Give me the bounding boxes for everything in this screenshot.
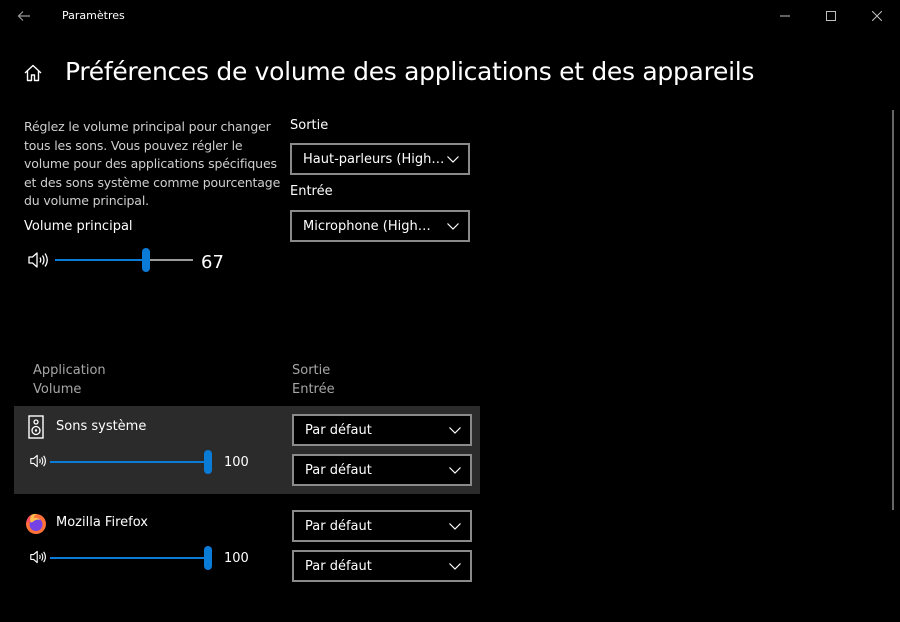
app-row-firefox[interactable]: Mozilla Firefox 100 Par défaut Par défau…: [14, 502, 480, 590]
back-arrow-icon: [17, 11, 30, 21]
chevron-down-icon: [449, 427, 461, 434]
app-column-header: Application Volume: [33, 361, 106, 399]
app-name: Mozilla Firefox: [56, 515, 148, 530]
title-bar: Paramètres: [0, 0, 900, 32]
chevron-down-icon: [449, 523, 461, 530]
app-input-value: Par défaut: [305, 462, 372, 478]
slider-thumb[interactable]: [142, 248, 151, 272]
speaker-icon[interactable]: [29, 453, 47, 469]
chevron-down-icon: [447, 223, 459, 230]
app-output-value: Par défaut: [305, 422, 372, 438]
app-column-title: Application: [33, 363, 106, 378]
slider-fill: [50, 557, 208, 559]
app-title: Paramètres: [62, 9, 125, 22]
app-volume-value: 100: [224, 455, 249, 470]
app-row-system-sounds[interactable]: Sons système 100 Par défaut Par défaut: [14, 406, 480, 494]
slider-thumb[interactable]: [204, 546, 212, 570]
io-column-header: Sortie Entrée: [292, 361, 335, 399]
close-icon: [872, 11, 882, 21]
scrollbar[interactable]: [892, 110, 894, 510]
app-volume-slider[interactable]: [50, 450, 212, 474]
slider-fill: [50, 461, 208, 463]
app-output-dropdown[interactable]: Par défaut: [292, 414, 472, 446]
input-label: Entrée: [290, 184, 333, 199]
speaker-icon[interactable]: [29, 549, 47, 565]
master-volume-value: 67: [201, 252, 224, 273]
slider-fill: [55, 259, 147, 261]
input-device-value: Microphone (High…: [303, 218, 431, 234]
app-name: Sons système: [56, 419, 147, 434]
app-input-value: Par défaut: [305, 558, 372, 574]
maximize-icon: [826, 11, 836, 21]
back-button[interactable]: [10, 4, 38, 28]
output-label: Sortie: [290, 118, 329, 133]
firefox-icon: [26, 511, 46, 535]
output-device-value: Haut-parleurs (High…: [303, 151, 445, 167]
output-column-title: Sortie: [292, 363, 331, 378]
output-device-dropdown[interactable]: Haut-parleurs (High…: [290, 143, 470, 175]
speaker-box-icon: [26, 415, 46, 439]
app-output-dropdown[interactable]: Par défaut: [292, 510, 472, 542]
page-description: Réglez le volume principal pour changer …: [24, 119, 281, 208]
speaker-icon[interactable]: [27, 250, 49, 270]
close-button[interactable]: [854, 0, 900, 32]
maximize-button[interactable]: [808, 0, 854, 32]
master-volume-label: Volume principal: [24, 219, 133, 234]
chevron-down-icon: [449, 467, 461, 474]
input-column-title: Entrée: [292, 382, 335, 397]
slider-thumb[interactable]: [204, 450, 212, 474]
minimize-button[interactable]: [762, 0, 808, 32]
input-device-dropdown[interactable]: Microphone (High…: [290, 210, 470, 242]
app-input-dropdown[interactable]: Par défaut: [292, 454, 472, 486]
app-output-value: Par défaut: [305, 518, 372, 534]
home-icon: [24, 64, 42, 82]
volume-column-title: Volume: [33, 382, 82, 397]
chevron-down-icon: [449, 563, 461, 570]
master-volume-slider[interactable]: [55, 248, 193, 272]
app-input-dropdown[interactable]: Par défaut: [292, 550, 472, 582]
page-title: Préférences de volume des applications e…: [65, 57, 755, 86]
chevron-down-icon: [447, 156, 459, 163]
minimize-icon: [780, 15, 790, 17]
app-volume-value: 100: [224, 551, 249, 566]
home-button[interactable]: [20, 60, 46, 86]
app-volume-slider[interactable]: [50, 546, 212, 570]
